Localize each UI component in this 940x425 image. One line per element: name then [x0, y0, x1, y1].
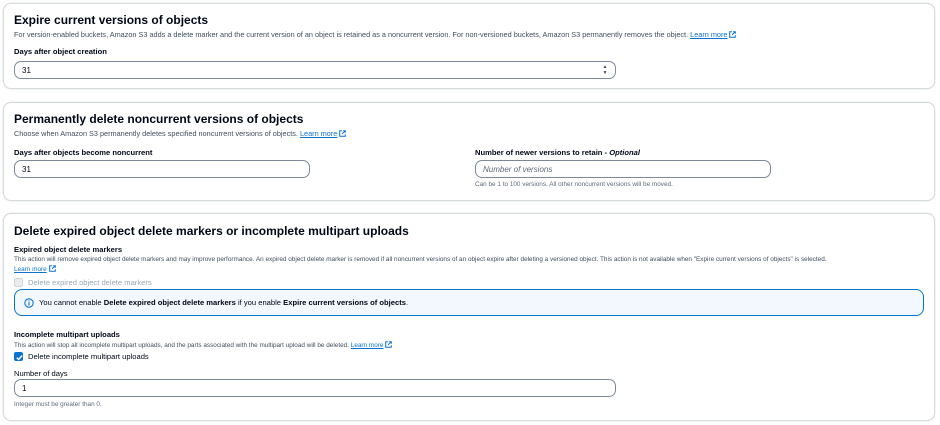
- expire-current-description: For version-enabled buckets, Amazon S3 a…: [14, 30, 737, 39]
- delete-noncurrent-description: Choose when Amazon S3 permanently delete…: [14, 129, 347, 138]
- multipart-description: This action will stop all incomplete mul…: [14, 341, 393, 349]
- external-link-icon: [385, 341, 393, 348]
- multipart-heading: Incomplete multipart uploads: [14, 330, 120, 339]
- number-stepper[interactable]: ▲ ▼: [601, 64, 609, 76]
- delete-expired-markers-label: Delete expired object delete markers: [28, 278, 152, 287]
- number-of-days-label: Number of days: [14, 369, 68, 378]
- info-icon: [24, 298, 34, 308]
- expired-markers-heading: Expired object delete markers: [14, 245, 123, 254]
- learn-more-link[interactable]: Learn more: [300, 129, 347, 138]
- alert-message: You cannot enable Delete expired object …: [39, 298, 409, 307]
- learn-more-link[interactable]: Learn more: [14, 265, 56, 273]
- delete-markers-title: Delete expired object delete markers or …: [14, 224, 409, 238]
- delete-multipart-checkbox[interactable]: [14, 352, 23, 361]
- delete-expired-markers-checkbox[interactable]: [14, 278, 23, 287]
- checkmark-icon: [16, 355, 23, 361]
- stepper-down-icon[interactable]: ▼: [601, 70, 609, 76]
- learn-more-link[interactable]: Learn more: [351, 341, 393, 349]
- expire-current-versions-panel: Expire current versions of objects For v…: [3, 3, 935, 89]
- delete-markers-panel: Delete expired object delete markers or …: [3, 213, 935, 421]
- learn-more-link[interactable]: Learn more: [690, 30, 737, 39]
- external-link-icon: [729, 31, 737, 38]
- external-link-icon: [48, 265, 56, 272]
- newer-versions-input[interactable]: [475, 160, 771, 178]
- newer-versions-hint: Can be 1 to 100 versions. All other nonc…: [475, 181, 673, 188]
- days-after-creation-label: Days after object creation: [14, 47, 107, 56]
- days-after-noncurrent-label: Days after objects become noncurrent: [14, 148, 153, 157]
- delete-noncurrent-title: Permanently delete noncurrent versions o…: [14, 112, 304, 126]
- days-after-creation-input[interactable]: [14, 61, 616, 79]
- number-of-days-hint: Integer must be greater than 0.: [14, 401, 102, 408]
- delete-noncurrent-panel: Permanently delete noncurrent versions o…: [3, 102, 935, 201]
- number-of-days-input[interactable]: [14, 379, 616, 397]
- external-link-icon: [339, 130, 347, 137]
- expired-markers-learn-more: Learn more: [14, 265, 56, 273]
- expire-current-title: Expire current versions of objects: [14, 13, 209, 27]
- newer-versions-label: Number of newer versions to retain - Opt…: [475, 148, 640, 157]
- delete-multipart-label: Delete incomplete multipart uploads: [28, 352, 149, 361]
- days-after-noncurrent-input[interactable]: [14, 160, 310, 178]
- info-alert: You cannot enable Delete expired object …: [14, 289, 924, 316]
- expired-markers-description: This action will remove expired object d…: [14, 256, 827, 263]
